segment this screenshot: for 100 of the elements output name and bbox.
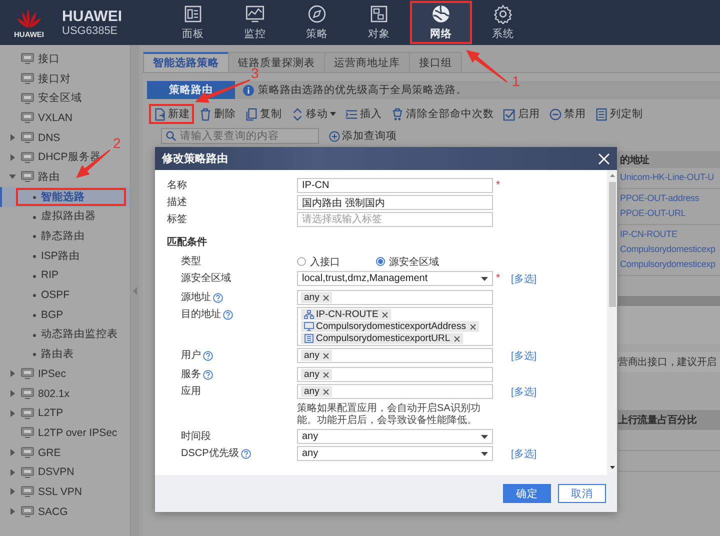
radio-option[interactable]: 入接口 xyxy=(297,254,340,268)
field-label: 名称 xyxy=(167,179,187,193)
sidebar-item[interactable]: 802.1x xyxy=(38,388,70,400)
multi-select-link[interactable]: [多选] xyxy=(507,348,607,365)
tag-field[interactable]: any xyxy=(297,290,493,305)
sidebar-item[interactable]: SACG xyxy=(38,506,68,518)
network-icon xyxy=(304,310,314,319)
remove-icon[interactable] xyxy=(323,388,330,394)
toolbar-button[interactable]: 移动 xyxy=(287,104,340,124)
compass-icon xyxy=(307,4,327,24)
caret-right-icon[interactable] xyxy=(9,449,16,456)
caret-down-icon[interactable] xyxy=(9,173,16,180)
sidebar-item[interactable]: 接口对 xyxy=(38,72,71,86)
gear-icon xyxy=(493,4,513,24)
caret-right-icon[interactable] xyxy=(9,154,16,161)
device-icon xyxy=(21,92,34,104)
sidebar-subitem[interactable]: BGP xyxy=(0,304,130,325)
nav-item[interactable]: 系统 xyxy=(472,0,534,45)
sidebar-subitem[interactable]: 智能选路 xyxy=(0,186,130,206)
toolbar-button[interactable]: 禁用 xyxy=(545,104,590,124)
select-field[interactable]: any xyxy=(297,446,493,461)
nav-item[interactable]: 策略 xyxy=(286,0,348,45)
toolbar-button[interactable]: 清除全部命中次数 xyxy=(387,104,498,124)
sidebar-item[interactable]: 路由 xyxy=(38,170,60,184)
device-icon xyxy=(21,152,34,163)
caret-right-icon[interactable] xyxy=(9,488,16,496)
sidebar-item[interactable]: GRE xyxy=(38,446,61,459)
search-icon xyxy=(166,131,176,141)
device-icon xyxy=(21,132,34,144)
field-label: 源安全区域 xyxy=(181,272,231,286)
sidebar-item[interactable]: DNS xyxy=(38,132,60,144)
add-query-button[interactable]: 添加查询项 xyxy=(329,129,397,143)
toolbar-button[interactable]: 列定制 xyxy=(591,104,647,124)
info-text: 策略路由选路的优先级高于全局策略选路。 xyxy=(258,83,467,97)
caret-icon xyxy=(330,112,336,116)
sidebar-item[interactable]: L2TP xyxy=(38,407,64,420)
field-label: 服务 xyxy=(181,368,201,382)
sidebar-subitem[interactable]: ISP路由 xyxy=(0,246,130,266)
tag-field[interactable]: IP-CN-ROUTE CompulsorydomesticexportAddress CompulsorydomesticexportURL xyxy=(297,307,493,346)
multi-select-link[interactable]: [多选] xyxy=(507,271,607,288)
toolbar-button[interactable]: 复制 xyxy=(241,104,286,124)
select-field[interactable]: local,trust,dmz,Management xyxy=(297,271,493,286)
toolbar-button[interactable]: 插入 xyxy=(341,104,386,124)
close-icon[interactable] xyxy=(598,152,610,164)
sidebar-item[interactable]: 接口 xyxy=(38,52,60,66)
remove-icon[interactable] xyxy=(323,294,330,300)
nav-item[interactable]: 对象 xyxy=(348,0,410,45)
radio-option[interactable]: 源安全区域 xyxy=(376,254,439,268)
caret-right-icon[interactable] xyxy=(9,370,16,378)
device-icon xyxy=(21,388,34,400)
toolbar-button[interactable]: 新建 xyxy=(149,104,194,124)
remove-icon[interactable] xyxy=(470,324,476,330)
nav-item[interactable]: 网络 xyxy=(410,0,472,45)
toolbar-button[interactable]: 启用 xyxy=(499,104,544,124)
sidebar-subitem[interactable]: 路由表 xyxy=(0,344,130,364)
device-icon xyxy=(21,447,34,458)
sidebar-item[interactable]: 安全区域 xyxy=(38,91,82,106)
select-field[interactable]: any xyxy=(297,429,493,444)
text-field[interactable]: 请选择或输入标签 xyxy=(297,212,493,227)
tag-field[interactable]: any xyxy=(297,384,493,399)
nav-item[interactable]: 监控 xyxy=(224,0,286,45)
section-heading: 匹配条件 xyxy=(167,236,207,249)
tab[interactable]: 智能选路策略 xyxy=(143,52,229,72)
multi-select-link[interactable]: [多选] xyxy=(507,384,607,401)
sidebar-subitem[interactable]: 虚拟路由器 xyxy=(0,206,130,226)
cancel-button[interactable]: 取消 xyxy=(558,484,606,503)
required-mark: * xyxy=(495,271,502,286)
sidebar-item[interactable]: VXLAN xyxy=(38,112,72,124)
tab[interactable]: 接口组 xyxy=(409,52,462,72)
plus-circle-icon xyxy=(329,130,340,142)
text-field[interactable]: 国内路由 强制国内 xyxy=(297,195,493,210)
remove-icon[interactable] xyxy=(323,352,330,358)
text-field[interactable]: IP-CN xyxy=(297,178,493,193)
sidebar-item[interactable]: IPSec xyxy=(38,368,66,380)
toolbar-button[interactable]: 删除 xyxy=(195,104,240,124)
sidebar-subitem[interactable]: RIP xyxy=(0,266,130,286)
sidebar-subitem[interactable]: 动态路由监控表 xyxy=(0,324,130,344)
new-doc-icon xyxy=(153,108,166,120)
caret-right-icon[interactable] xyxy=(9,390,16,398)
horizontal-scrollbar[interactable] xyxy=(618,296,720,306)
multi-select-link[interactable]: [多选] xyxy=(507,446,607,463)
nav-item[interactable]: 面板 xyxy=(162,0,224,45)
remove-icon[interactable] xyxy=(323,372,330,378)
caret-right-icon[interactable] xyxy=(9,468,16,476)
caret-right-icon[interactable] xyxy=(9,508,16,516)
sidebar-item[interactable]: SSL VPN xyxy=(38,486,82,498)
caret-right-icon[interactable] xyxy=(9,134,16,142)
sidebar-subitem[interactable]: OSPF xyxy=(0,285,130,305)
confirm-button[interactable]: 确定 xyxy=(503,484,551,503)
copy-icon xyxy=(245,108,258,120)
field-label: 源地址 xyxy=(181,290,211,305)
tag-field[interactable]: any xyxy=(297,348,493,363)
sidebar-item[interactable]: DSVPN xyxy=(38,466,74,478)
tag: IP-CN-ROUTE xyxy=(301,309,392,320)
remove-icon[interactable] xyxy=(382,312,388,318)
caret-right-icon[interactable] xyxy=(9,410,16,417)
tag-field[interactable]: any xyxy=(297,367,493,382)
sidebar-item[interactable]: L2TP over IPSec xyxy=(38,426,118,439)
remove-icon[interactable] xyxy=(454,336,460,342)
sidebar-subitem[interactable]: 静态路由 xyxy=(0,226,130,246)
